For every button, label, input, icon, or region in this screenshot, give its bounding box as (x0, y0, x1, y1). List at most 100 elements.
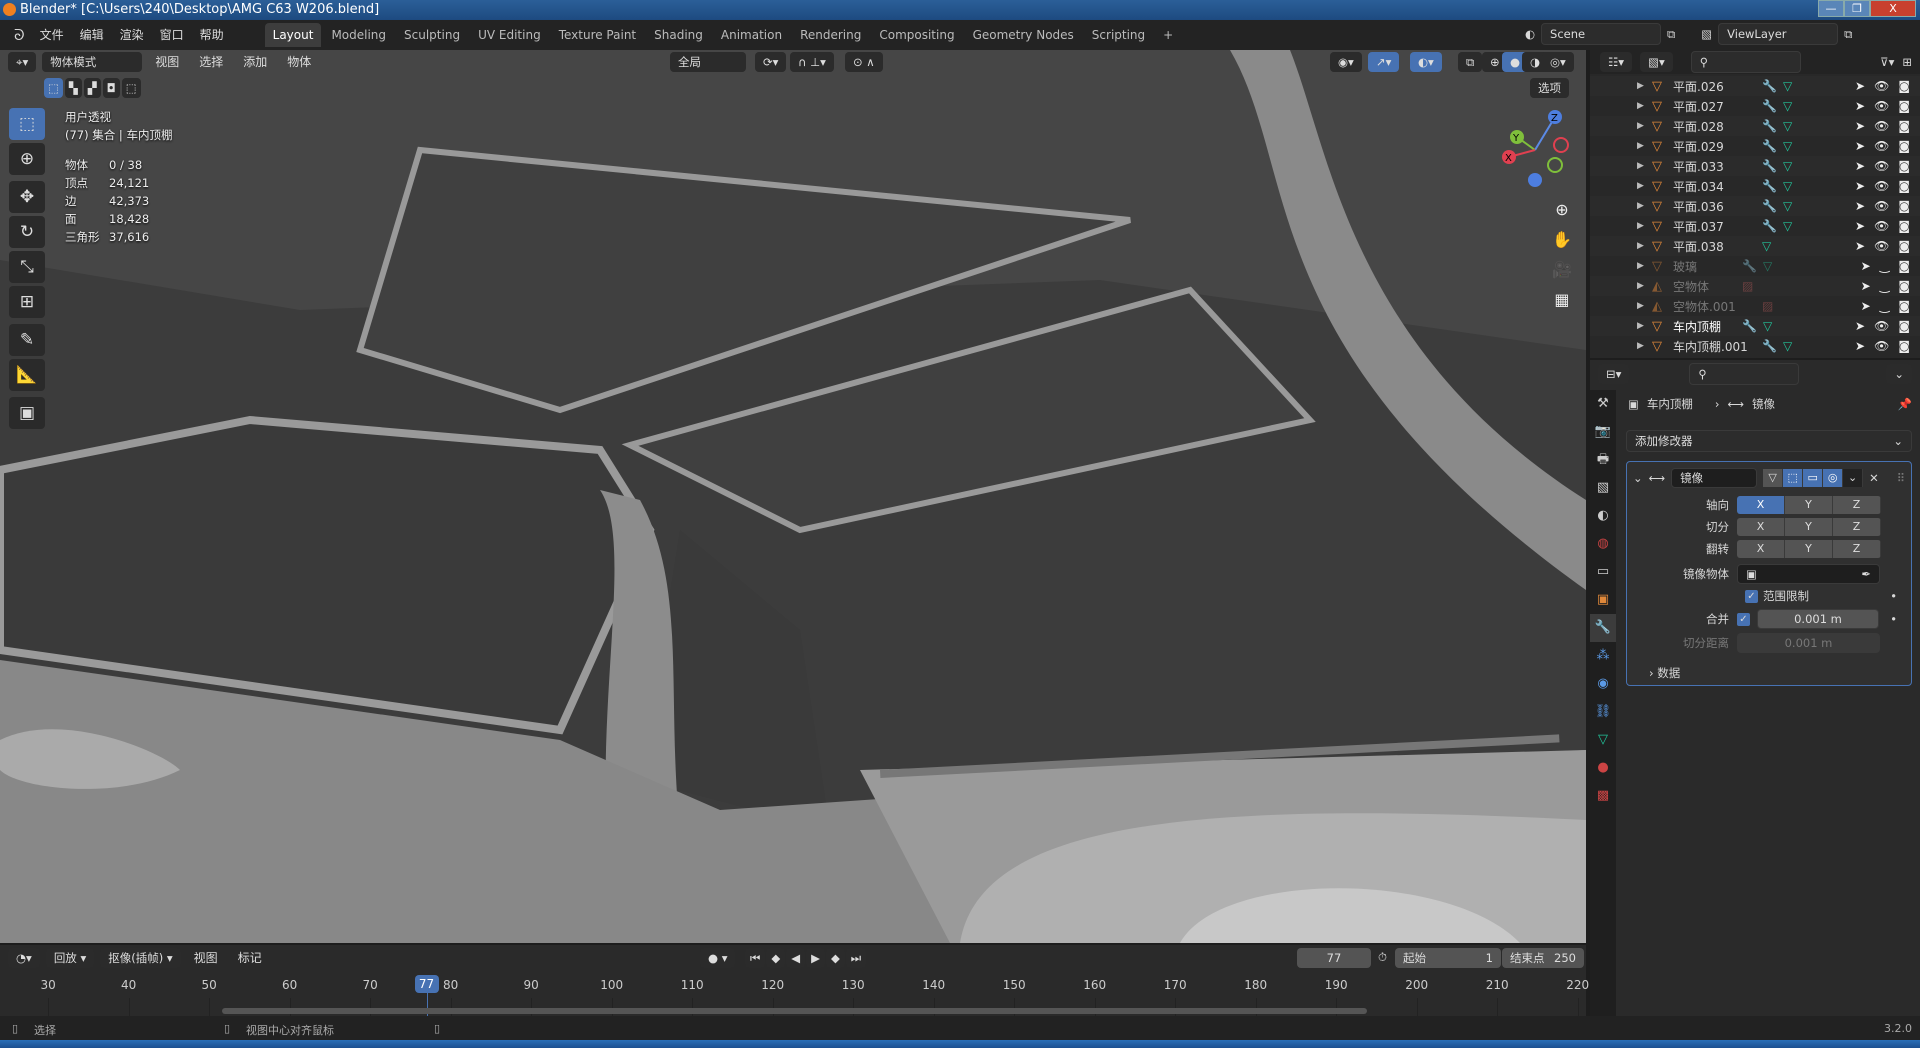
object-tab-icon[interactable]: ▣ (1590, 586, 1616, 614)
clipping-checkbox[interactable]: ✓ (1745, 589, 1758, 603)
mesh-data-icon[interactable]: ▽ (1783, 79, 1792, 93)
menu-render[interactable]: 渲染 (113, 22, 151, 48)
modifier-icon[interactable]: 🔧 (1762, 339, 1777, 353)
outliner-item[interactable]: ▶ ▽ 车内顶棚.001 🔧 ▽ ➤ 👁 ◙ (1590, 336, 1920, 356)
modifier-icon[interactable]: 🔧 (1762, 179, 1777, 193)
ortho-grid-icon[interactable]: ▦ (1552, 285, 1572, 315)
axis-x-button[interactable]: X (1737, 540, 1785, 558)
mesh-data-icon[interactable]: ▽ (1762, 239, 1771, 253)
mesh-data-icon[interactable]: ▽ (1783, 199, 1792, 213)
viewport-toggle-icon[interactable]: ▭ (1803, 469, 1824, 487)
tool-tab-icon[interactable]: ⚒ (1590, 390, 1616, 418)
annotate-tool-icon[interactable]: ✎ (9, 324, 45, 356)
expand-arrow-icon[interactable]: ▶ (1637, 141, 1644, 151)
select-subtract-icon[interactable]: ▞ (83, 78, 101, 98)
rotate-tool-icon[interactable]: ↻ (9, 216, 45, 248)
tab-modeling[interactable]: Modeling (323, 23, 394, 47)
render-camera-icon[interactable]: ◙ (1898, 199, 1910, 213)
filter-icon[interactable]: ⊽▾ (1880, 55, 1894, 69)
render-camera-icon[interactable]: ◙ (1898, 79, 1910, 93)
expand-arrow-icon[interactable]: ▶ (1637, 221, 1644, 231)
material-tab-icon[interactable]: ● (1590, 754, 1616, 782)
collection-tab-icon[interactable]: ▭ (1590, 558, 1616, 586)
view-layer-icon[interactable]: ▧ (1701, 23, 1712, 45)
mesh-data-icon[interactable]: ▽ (1783, 159, 1792, 173)
timeline-scrollbar[interactable] (222, 1008, 1367, 1014)
select-extend-icon[interactable]: ▚ (64, 78, 82, 98)
outliner-item[interactable]: ▶ ▽ 平面.038 ▽ ➤ 👁 ◙ (1590, 236, 1920, 256)
select-box-tool-icon[interactable]: ⬚ (9, 108, 45, 140)
select-intersect-icon[interactable]: ⬚ (121, 78, 141, 98)
mesh-data-icon[interactable]: ▽ (1763, 259, 1772, 273)
render-camera-icon[interactable]: ◙ (1898, 119, 1910, 133)
select-arrow-icon[interactable]: ➤ (1861, 299, 1871, 313)
options-chevron-icon[interactable]: ⌄ (1886, 364, 1912, 384)
expand-arrow-icon[interactable]: ▶ (1637, 121, 1644, 131)
select-arrow-icon[interactable]: ➤ (1855, 139, 1865, 153)
modifier-icon[interactable]: 🔧 (1762, 159, 1777, 173)
mirror-object-field[interactable]: ▣ ✒ (1737, 564, 1880, 584)
add-cube-tool-icon[interactable]: ▣ (9, 397, 45, 429)
xray-icon[interactable]: ⧉ (1458, 52, 1483, 72)
menu-add[interactable]: 添加 (236, 50, 274, 75)
select-arrow-icon[interactable]: ➤ (1855, 99, 1865, 113)
image-empty-icon[interactable]: ▨ (1762, 299, 1773, 313)
eye-icon[interactable]: 👁 (1874, 119, 1889, 133)
drag-handle-icon[interactable]: ⠿ (1897, 471, 1905, 485)
properties-search-input[interactable]: ⚲ (1689, 363, 1800, 385)
modifier-tab-icon[interactable]: 🔧 (1590, 614, 1616, 642)
keyframe-dot-icon[interactable]: • (1890, 612, 1897, 626)
maximize-button[interactable]: ❐ (1844, 0, 1870, 17)
proportional-edit-icon[interactable]: ⊙ ∧ (845, 52, 883, 72)
eye-icon[interactable]: 👁 (1874, 179, 1889, 193)
navigation-gizmo[interactable]: Z Y X (1495, 105, 1575, 190)
select-arrow-icon[interactable]: ➤ (1855, 159, 1865, 173)
modifier-icon[interactable]: 🔧 (1762, 99, 1777, 113)
modifier-name-input[interactable]: 镜像 (1671, 468, 1758, 488)
outliner-search-input[interactable]: ⚲ (1690, 51, 1801, 73)
mesh-data-icon[interactable]: ▽ (1763, 319, 1772, 333)
select-invert-icon[interactable]: ◘ (102, 78, 120, 98)
render-camera-icon[interactable]: ◙ (1898, 259, 1910, 273)
outliner-item[interactable]: ▶ ▽ 车内顶棚 🔧 ▽ ➤ 👁 ◙ (1590, 316, 1920, 336)
add-workspace-button[interactable]: + (1155, 23, 1181, 47)
render-camera-icon[interactable]: ◙ (1898, 279, 1910, 293)
axis-y-button[interactable]: Y (1785, 540, 1833, 558)
mesh-data-icon[interactable]: ▽ (1783, 179, 1792, 193)
eye-icon[interactable]: 👁 (1874, 319, 1889, 333)
constraints-tab-icon[interactable]: ⛓ (1590, 698, 1616, 726)
measure-tool-icon[interactable]: 📐 (9, 359, 45, 391)
outliner-item[interactable]: ▶ ▽ 平面.033 🔧 ▽ ➤ 👁 ◙ (1590, 156, 1920, 176)
eye-icon[interactable]: 👁 (1874, 199, 1889, 213)
eye-closed-icon[interactable]: ‿ (1880, 279, 1890, 293)
minimize-button[interactable]: — (1818, 0, 1844, 17)
axis-y-button[interactable]: Y (1785, 518, 1833, 536)
options-dropdown[interactable]: 选项 (1530, 78, 1569, 98)
render-toggle-icon[interactable]: ◎ (1823, 469, 1844, 487)
axis-x-button[interactable]: X (1737, 518, 1785, 536)
cursor-tool-icon[interactable]: ⊕ (9, 143, 45, 175)
render-tab-icon[interactable]: 📷 (1590, 418, 1616, 446)
menu-window[interactable]: 窗口 (153, 22, 191, 48)
view-layer-tab-icon[interactable]: ▧ (1590, 474, 1616, 502)
eye-icon[interactable]: 👁 (1874, 99, 1889, 113)
eye-icon[interactable]: 👁 (1874, 239, 1889, 253)
particles-tab-icon[interactable]: ⁂ (1590, 642, 1616, 670)
expand-arrow-icon[interactable]: ▶ (1637, 161, 1644, 171)
render-camera-icon[interactable]: ◙ (1898, 339, 1910, 353)
transform-tool-icon[interactable]: ⊞ (9, 286, 45, 318)
expand-arrow-icon[interactable]: ▶ (1637, 201, 1644, 211)
modifier-icon[interactable]: 🔧 (1742, 319, 1757, 333)
select-arrow-icon[interactable]: ➤ (1861, 279, 1871, 293)
playhead[interactable]: 77 (414, 975, 439, 993)
expand-arrow-icon[interactable]: ▶ (1637, 241, 1644, 251)
shading-rendered-icon[interactable]: ◎▾ (1542, 52, 1574, 72)
eye-icon[interactable]: 👁 (1874, 159, 1889, 173)
select-arrow-icon[interactable]: ➤ (1855, 339, 1865, 353)
select-arrow-icon[interactable]: ➤ (1861, 259, 1871, 273)
expand-arrow-icon[interactable]: ▶ (1637, 81, 1644, 91)
select-arrow-icon[interactable]: ➤ (1855, 79, 1865, 93)
modifier-icon[interactable]: 🔧 (1762, 199, 1777, 213)
filter-view-layer-icon[interactable]: ▧▾ (1640, 52, 1673, 72)
expand-arrow-icon[interactable]: ▶ (1637, 281, 1644, 291)
